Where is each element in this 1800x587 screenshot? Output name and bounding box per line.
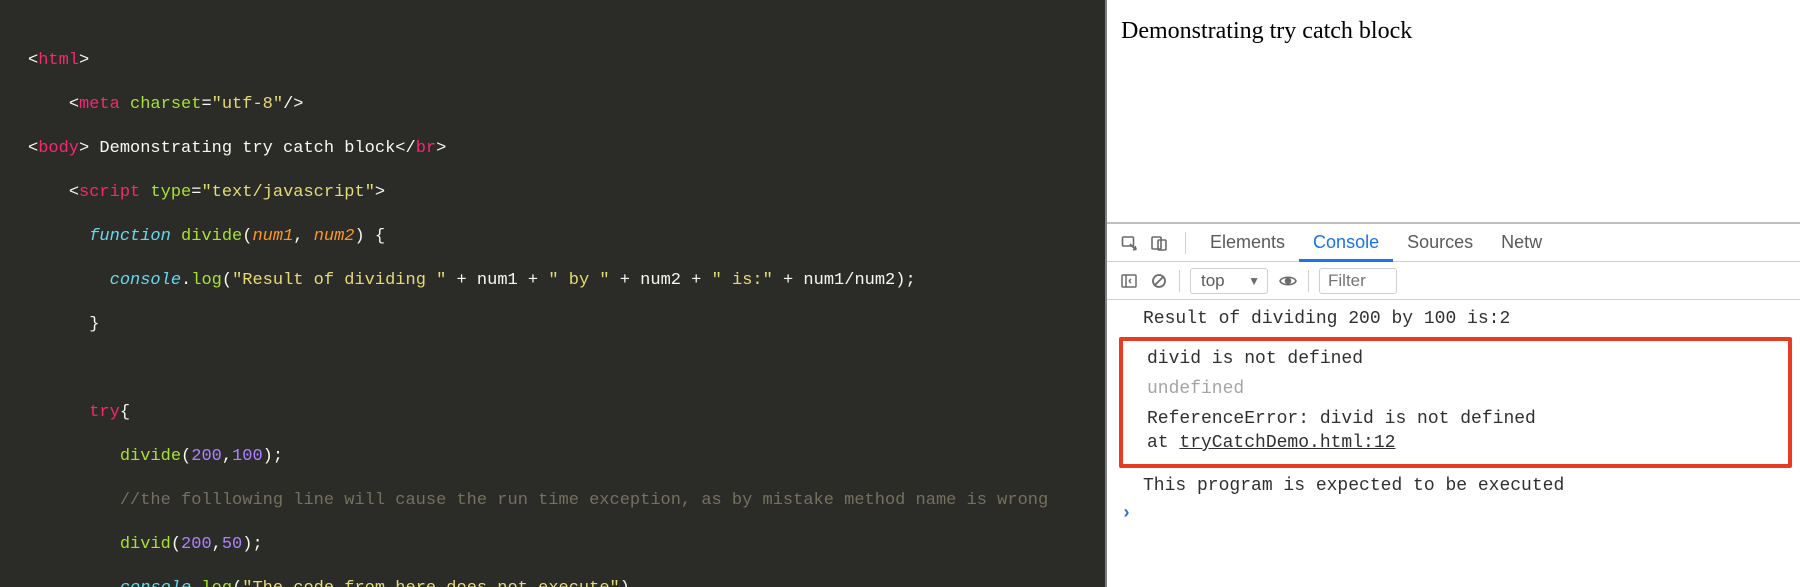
highlighted-error-block: divid is not defined undefined Reference… xyxy=(1119,337,1792,468)
console-log-row: ReferenceError: divid is not defined at … xyxy=(1123,404,1788,458)
clear-console-icon[interactable] xyxy=(1149,271,1169,291)
code-content: <html> <meta charset="utf-8"/> <body> De… xyxy=(28,6,1048,587)
editor-gutter xyxy=(0,6,22,587)
separator xyxy=(1179,270,1180,292)
tab-console[interactable]: Console xyxy=(1299,224,1393,262)
console-prompt[interactable]: › xyxy=(1107,501,1800,527)
console-toolbar: top ▼ xyxy=(1107,262,1800,300)
tab-elements[interactable]: Elements xyxy=(1196,224,1299,262)
console-filter-input[interactable] xyxy=(1319,268,1397,294)
separator xyxy=(1185,232,1186,254)
device-toggle-icon[interactable] xyxy=(1149,233,1169,253)
console-log-row: undefined xyxy=(1123,374,1788,404)
console-log-row: This program is expected to be executed xyxy=(1107,471,1800,501)
rendered-page: Demonstrating try catch block xyxy=(1107,0,1800,224)
page-text: Demonstrating try catch block xyxy=(1121,18,1412,44)
context-select[interactable]: top xyxy=(1190,268,1268,294)
devtools: Elements Console Sources Netw top ▼ xyxy=(1107,224,1800,527)
code-editor-pane[interactable]: <html> <meta charset="utf-8"/> <body> De… xyxy=(0,0,1105,587)
console-output: Result of dividing 200 by 100 is:2 divid… xyxy=(1107,300,1800,527)
separator xyxy=(1308,270,1309,292)
tab-network[interactable]: Netw xyxy=(1487,224,1556,262)
console-log-row: divid is not defined xyxy=(1123,344,1788,374)
devtools-tabs-bar: Elements Console Sources Netw xyxy=(1107,224,1800,262)
console-log-row: Result of dividing 200 by 100 is:2 xyxy=(1107,304,1800,334)
browser-pane: Demonstrating try catch block Elements C… xyxy=(1105,0,1800,587)
live-expression-eye-icon[interactable] xyxy=(1278,271,1298,291)
execution-context-dropdown[interactable]: top ▼ xyxy=(1190,268,1268,294)
stack-trace-link[interactable]: tryCatchDemo.html:12 xyxy=(1179,433,1395,453)
tab-sources[interactable]: Sources xyxy=(1393,224,1487,262)
console-sidebar-toggle-icon[interactable] xyxy=(1119,271,1139,291)
inspect-icon[interactable] xyxy=(1119,233,1139,253)
